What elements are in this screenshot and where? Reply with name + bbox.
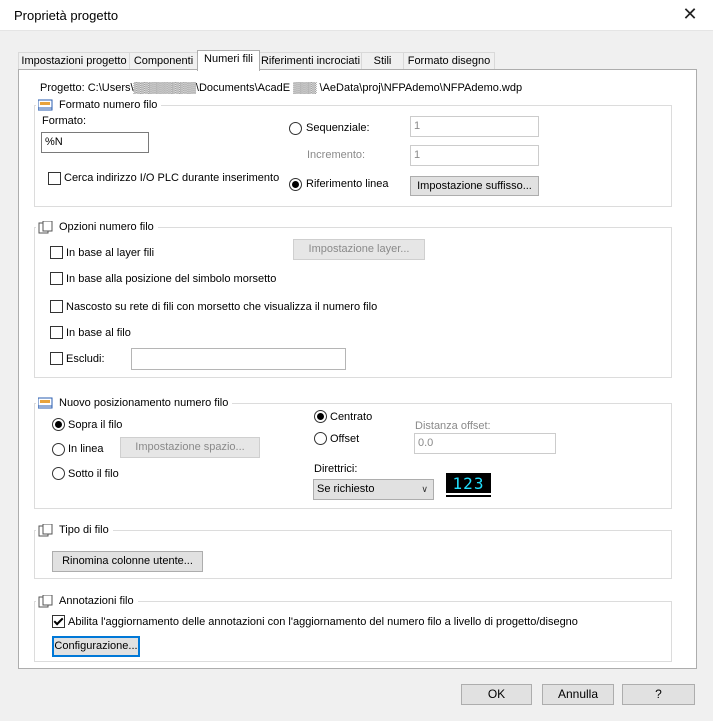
in-linea-radio[interactable]: [52, 443, 65, 456]
close-icon[interactable]: ✕: [678, 3, 702, 25]
tab-numeri-fili[interactable]: Numeri fili: [197, 50, 260, 71]
posizione-morsetto-checkbox[interactable]: [50, 272, 63, 285]
sequenziale-input[interactable]: 1: [410, 116, 539, 137]
incremento-label: Incremento:: [307, 149, 366, 161]
project-path: C:\Users\▒▒▒▒▒▒▒▒\Documents\AcadE ▒▒▒ \A…: [87, 82, 523, 94]
direttrici-label: Direttrici:: [314, 463, 358, 475]
offset-radio[interactable]: [314, 432, 327, 445]
tab-impostazioni-progetto[interactable]: Impostazioni progetto: [18, 52, 130, 70]
impostazione-layer-button[interactable]: Impostazione layer...: [293, 239, 425, 260]
rinomina-colonne-button[interactable]: Rinomina colonne utente...: [52, 551, 203, 572]
legend-posizionamento: Nuovo posizionamento numero filo: [36, 396, 233, 410]
tab-stili[interactable]: Stili: [361, 52, 404, 70]
project-label: Progetto: C:\Users\▒▒▒▒▒▒▒▒\Documents\Ac…: [40, 82, 523, 94]
sequenziale-radio[interactable]: [289, 122, 302, 135]
cerca-plc-label: Cerca indirizzo I/O PLC durante inserime…: [64, 172, 280, 184]
sopra-il-filo-label: Sopra il filo: [68, 419, 123, 431]
layer-fili-label: In base al layer fili: [66, 247, 155, 259]
escludi-input[interactable]: [131, 348, 346, 370]
options-icon: [38, 594, 53, 608]
wire-number-icon: [37, 397, 53, 410]
layer-fili-checkbox[interactable]: [50, 246, 63, 259]
annulla-button[interactable]: Annulla: [542, 684, 614, 705]
escludi-label: Escludi:: [66, 353, 105, 365]
tab-formato-disegno[interactable]: Formato disegno: [403, 52, 495, 70]
legend-opzioni: Opzioni numero filo: [36, 220, 158, 234]
legend-formato: Formato numero filo: [36, 98, 162, 112]
incremento-input[interactable]: 1: [410, 145, 539, 166]
tab-riferimenti-incrociati[interactable]: Riferimenti incrociati: [259, 52, 362, 70]
sotto-il-filo-label: Sotto il filo: [68, 468, 119, 480]
help-button[interactable]: ?: [622, 684, 695, 705]
distanza-offset-label: Distanza offset:: [415, 420, 491, 432]
centrato-radio[interactable]: [314, 410, 327, 423]
abilita-aggiornamento-checkbox[interactable]: [52, 615, 65, 628]
riferimento-linea-radio[interactable]: [289, 178, 302, 191]
wire-number-icon: [37, 99, 53, 112]
sotto-il-filo-radio[interactable]: [52, 467, 65, 480]
centrato-label: Centrato: [330, 411, 373, 423]
options-icon: [38, 220, 53, 234]
configurazione-button[interactable]: Configurazione...: [52, 636, 140, 657]
sequenziale-label: Sequenziale:: [306, 122, 370, 134]
formato-label: Formato:: [42, 115, 87, 127]
riferimento-linea-label: Riferimento linea: [306, 178, 389, 190]
window-title: Proprietà progetto: [14, 8, 119, 23]
options-icon: [38, 523, 53, 537]
offset-label: Offset: [330, 433, 360, 445]
in-base-al-filo-label: In base al filo: [66, 327, 131, 339]
nascosto-checkbox[interactable]: [50, 300, 63, 313]
cerca-plc-checkbox[interactable]: [48, 172, 61, 185]
nascosto-label: Nascosto su rete di fili con morsetto ch…: [66, 301, 378, 313]
in-base-al-filo-checkbox[interactable]: [50, 326, 63, 339]
impostazione-spazio-button[interactable]: Impostazione spazio...: [120, 437, 260, 458]
preview-wire-line: [446, 493, 491, 495]
formato-input[interactable]: %N: [41, 132, 149, 153]
in-linea-label: In linea: [68, 443, 104, 455]
sopra-il-filo-radio[interactable]: [52, 418, 65, 431]
legend-tipo: Tipo di filo: [36, 523, 113, 537]
legend-annotazioni: Annotazioni filo: [36, 594, 138, 608]
ok-button[interactable]: OK: [461, 684, 532, 705]
tab-componenti[interactable]: Componenti: [129, 52, 198, 70]
chevron-down-icon: ∨: [421, 484, 428, 494]
distanza-offset-input[interactable]: 0.0: [414, 433, 556, 454]
impostazione-suffisso-button[interactable]: Impostazione suffisso...: [410, 176, 539, 196]
escludi-checkbox[interactable]: [50, 352, 63, 365]
abilita-aggiornamento-label: Abilita l'aggiornamento delle annotazion…: [68, 616, 578, 628]
direttrici-select[interactable]: Se richiesto ∨: [313, 479, 434, 500]
posizione-morsetto-label: In base alla posizione del simbolo morse…: [66, 273, 277, 285]
